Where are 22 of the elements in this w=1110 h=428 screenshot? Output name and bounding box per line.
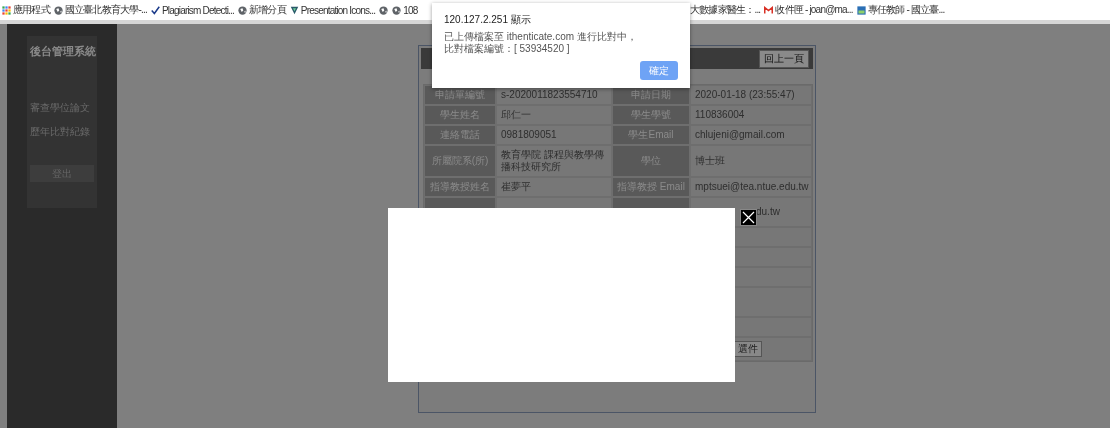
bookmark-link[interactable]: 新增分頁 xyxy=(249,3,286,17)
bookmark-link[interactable]: 應用程式 xyxy=(13,3,50,17)
table-cell: 崔夢平 xyxy=(496,177,612,197)
alert-message: 比對檔案編號：[ 53934520 ] xyxy=(444,43,571,55)
bookmark-link[interactable]: Plagiarism Detecti... xyxy=(161,4,234,16)
bookmark-link[interactable]: Presentation Icons... xyxy=(300,4,376,16)
bookmark-link[interactable]: 108 xyxy=(403,4,418,16)
bookmark-link[interactable]: 專任教師 - 國立臺... xyxy=(867,3,945,17)
table-cell: 2020-01-18 (23:55:47) xyxy=(690,85,812,105)
sidebar-title: 後台管理系統 xyxy=(30,44,94,59)
alert-title: 120.127.2.251 顯示 xyxy=(444,13,532,27)
mail-button[interactable]: 選件 xyxy=(734,341,762,357)
bookmark-link[interactable]: 大數據家醫生：... xyxy=(690,3,761,17)
table-cell: chlujeni@gmail.com xyxy=(690,125,812,145)
bookmark-link[interactable]: 國立臺北教育大學-... xyxy=(64,3,147,17)
table-cell: mptsuei@tea.ntue.edu.tw xyxy=(690,177,812,197)
table-cell: 0981809051 xyxy=(496,125,612,145)
alert-message: 已上傳檔案至 ithenticate.com 進行比對中， xyxy=(444,31,638,43)
bookmark-link[interactable]: 收件匣 - joan@ma... xyxy=(775,3,853,17)
back-button[interactable]: 回上一頁 xyxy=(759,49,809,68)
table-cell: 110836004 xyxy=(690,105,812,125)
table-cell: 博士班 xyxy=(690,145,812,177)
